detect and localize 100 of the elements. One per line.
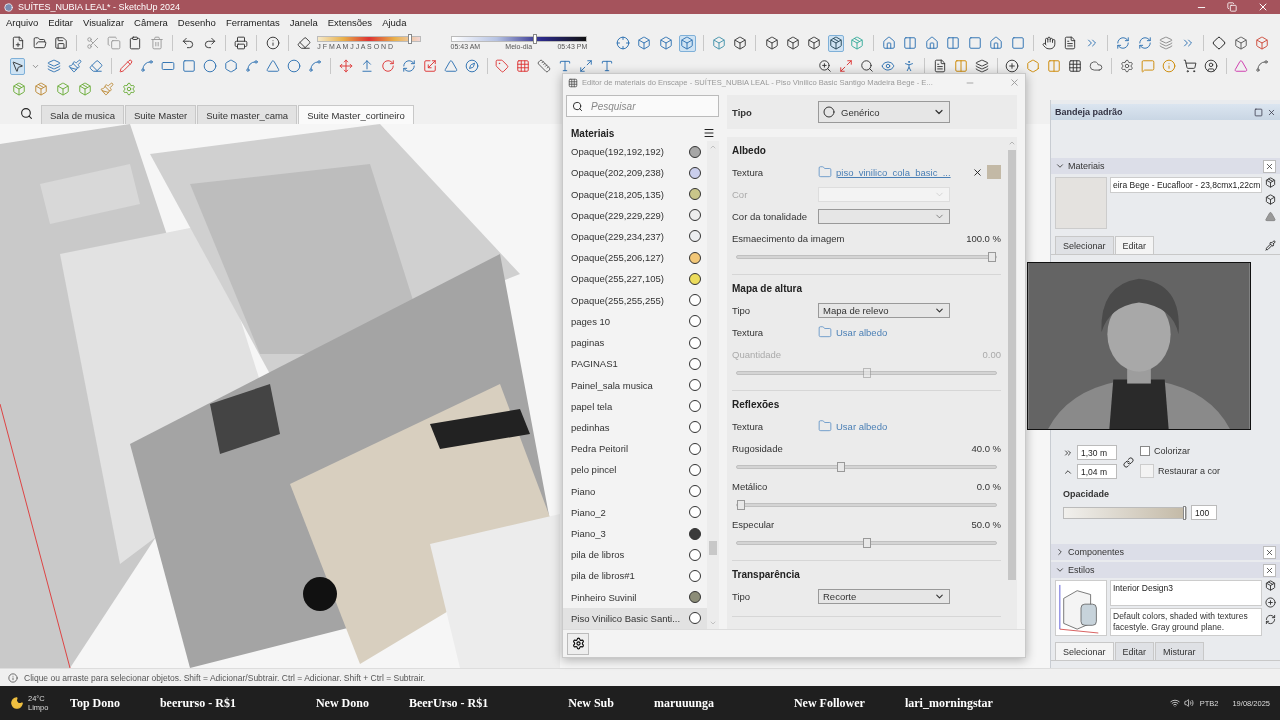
house-icon[interactable] [987, 34, 1005, 52]
checker-icon[interactable] [1067, 57, 1084, 75]
eraser-icon[interactable] [88, 57, 104, 75]
rotate-icon[interactable] [379, 57, 396, 75]
eyedropper-icon[interactable] [1265, 240, 1276, 254]
cube-icon[interactable] [763, 34, 780, 52]
cube-icon[interactable] [657, 34, 675, 52]
panel-tab[interactable]: Editar [1114, 642, 1155, 660]
window-title: SUÍTES_NUBIA LEAL* - SketchUp 2024 [18, 2, 182, 12]
columns-icon[interactable] [944, 34, 962, 52]
save-icon[interactable] [52, 34, 70, 52]
slider-thumb[interactable] [408, 34, 413, 44]
menu-item[interactable]: Janela [289, 16, 318, 28]
polygon-icon[interactable] [223, 57, 240, 75]
cube-icon[interactable] [806, 34, 823, 52]
material-icon[interactable] [1265, 194, 1276, 205]
material-name-field[interactable]: eira Bege - Eucafloor - 23,8cmx1,22cm [1110, 177, 1262, 193]
slider-thumb[interactable] [1183, 505, 1186, 520]
menu-item[interactable]: Desenho [177, 16, 216, 28]
house-icon[interactable] [880, 34, 898, 52]
alert-name: lari_morningstar [904, 695, 993, 711]
user-icon[interactable] [1202, 57, 1219, 75]
move-icon[interactable] [337, 57, 354, 75]
close-icon[interactable] [1263, 159, 1276, 173]
scene-tab[interactable]: Suite master_cama [197, 105, 298, 124]
square-icon[interactable] [966, 34, 983, 52]
square-icon[interactable] [1009, 34, 1026, 52]
freehand-icon[interactable] [139, 57, 156, 75]
material-icon[interactable] [1265, 177, 1276, 188]
style-name-field[interactable]: Interior Design3 [1110, 580, 1262, 606]
width-field[interactable]: 1,30 m [1077, 445, 1117, 460]
panel-header[interactable]: Estilos [1051, 562, 1280, 578]
cube-icon[interactable] [1232, 34, 1249, 52]
axes-icon[interactable] [578, 57, 595, 75]
menu-item[interactable]: Câmera [134, 16, 168, 28]
height-field[interactable]: 1,04 m [1077, 464, 1117, 479]
cut-icon[interactable] [84, 34, 101, 52]
wifi-icon[interactable] [1169, 698, 1180, 708]
diamond-icon[interactable] [1210, 34, 1228, 52]
layers-icon[interactable] [973, 57, 990, 75]
reset-color-button[interactable]: Restaurar a cor [1140, 464, 1221, 478]
cube-icon[interactable] [731, 34, 749, 52]
close-icon[interactable] [1267, 107, 1276, 117]
menu-item[interactable]: Ajuda [382, 16, 407, 28]
zoom-window-icon[interactable] [859, 57, 876, 75]
close-icon[interactable] [1263, 545, 1276, 559]
circle-icon[interactable] [202, 57, 219, 75]
eraser-icon[interactable] [295, 34, 313, 52]
settings-icon[interactable] [1118, 57, 1135, 75]
zoom-icon[interactable] [817, 57, 834, 75]
rotated-rectangle-icon[interactable] [181, 57, 198, 75]
target-icon[interactable] [614, 34, 632, 52]
style-icon[interactable] [1265, 597, 1276, 608]
house-icon[interactable] [923, 34, 940, 52]
cube-icon[interactable] [1253, 34, 1271, 52]
cube-icon[interactable] [827, 34, 845, 52]
panel-tab[interactable]: Selecionar [1055, 236, 1114, 254]
cube-icon[interactable] [679, 34, 696, 52]
volume-icon[interactable] [1183, 698, 1194, 708]
refresh-icon[interactable] [1136, 34, 1153, 52]
menu-item[interactable]: Extensões [327, 16, 373, 28]
style-icon[interactable] [1265, 580, 1276, 591]
panel-tab[interactable]: Misturar [1155, 642, 1204, 660]
menu-item[interactable]: Editar [48, 16, 74, 28]
pin-icon[interactable] [1254, 107, 1263, 117]
columns-icon[interactable] [902, 34, 919, 52]
cube-icon[interactable] [636, 34, 653, 52]
panel-tab[interactable]: Editar [1114, 236, 1155, 254]
ruler-icon[interactable] [536, 57, 553, 75]
triangle-icon[interactable] [1265, 211, 1276, 222]
type-dropdown[interactable]: Genérico [818, 101, 950, 123]
pencil-icon[interactable] [118, 57, 135, 75]
cube-icon[interactable] [784, 34, 802, 52]
menu-item[interactable]: Ferramentas [225, 16, 280, 28]
checkbox[interactable] [1140, 446, 1150, 456]
tag-icon[interactable] [494, 57, 511, 75]
close-icon[interactable] [1263, 563, 1276, 577]
menu-item[interactable]: Visualizar [83, 16, 125, 28]
panel-tab[interactable]: Selecionar [1055, 642, 1114, 660]
link-icon[interactable] [1123, 456, 1134, 468]
scene-tab[interactable]: Sala de musica [41, 105, 124, 124]
scene-tab[interactable]: Suite Master_cortineiro [298, 105, 414, 124]
panel-header[interactable]: Componentes [1051, 544, 1280, 560]
slider-thumb[interactable] [533, 34, 538, 44]
gear-icon[interactable] [120, 80, 137, 98]
cart-icon[interactable] [1181, 57, 1198, 75]
refresh-icon[interactable] [1265, 614, 1276, 625]
select-icon[interactable] [10, 57, 25, 75]
scale-icon[interactable] [421, 57, 438, 75]
search-field[interactable]: Pesquisar [566, 95, 719, 117]
menu-item[interactable]: Arquivo [6, 16, 39, 28]
curve-icon[interactable] [1253, 57, 1270, 75]
add-icon[interactable] [1004, 57, 1021, 75]
refresh-icon[interactable] [1115, 34, 1132, 52]
print-icon[interactable] [233, 34, 250, 52]
scene-tab[interactable]: Suite Master [124, 105, 197, 124]
info-icon[interactable] [264, 34, 281, 52]
hand-icon[interactable] [1040, 34, 1058, 52]
opacity-field[interactable]: 100 [1191, 505, 1217, 520]
panel-header[interactable]: Materiais [1051, 158, 1280, 174]
